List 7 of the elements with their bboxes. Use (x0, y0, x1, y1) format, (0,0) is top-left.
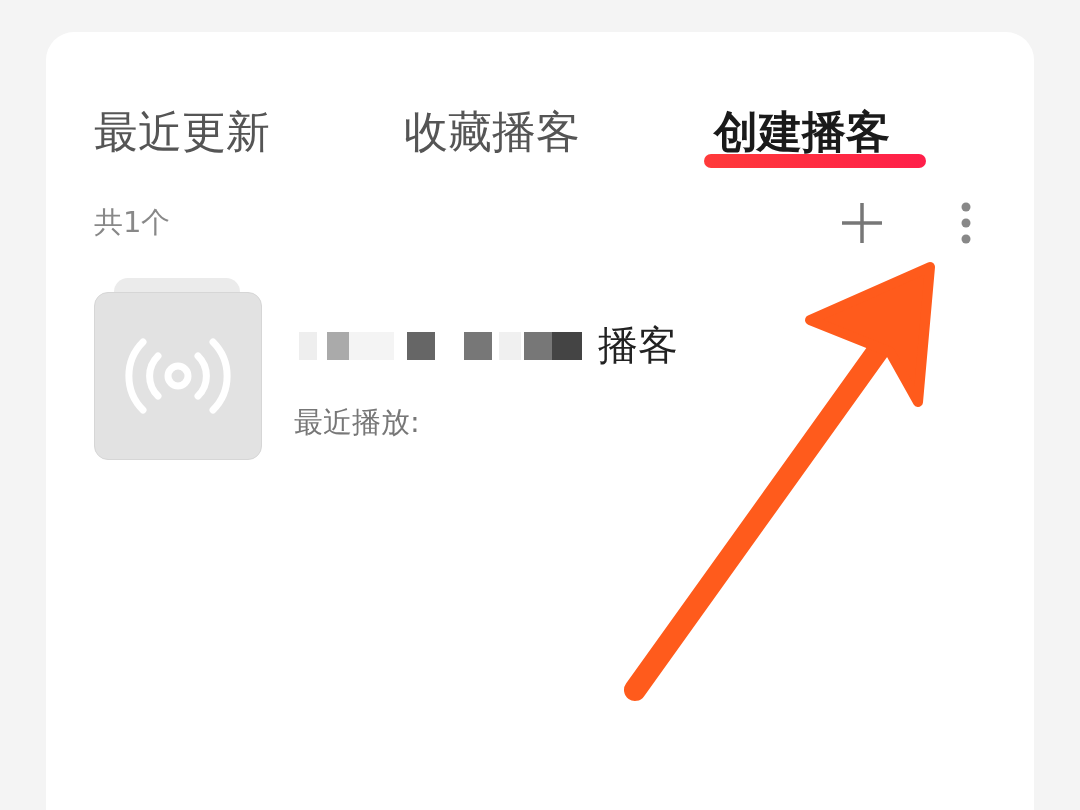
broadcast-icon (123, 336, 233, 416)
last-played-label: 最近播放: (294, 404, 421, 441)
more-icon[interactable] (960, 201, 972, 245)
item-count: 共1个 (94, 204, 171, 241)
tab[interactable]: 最近更新 (94, 102, 404, 162)
podcast-title[interactable]: 播客 (598, 318, 678, 373)
add-icon[interactable] (840, 201, 884, 245)
